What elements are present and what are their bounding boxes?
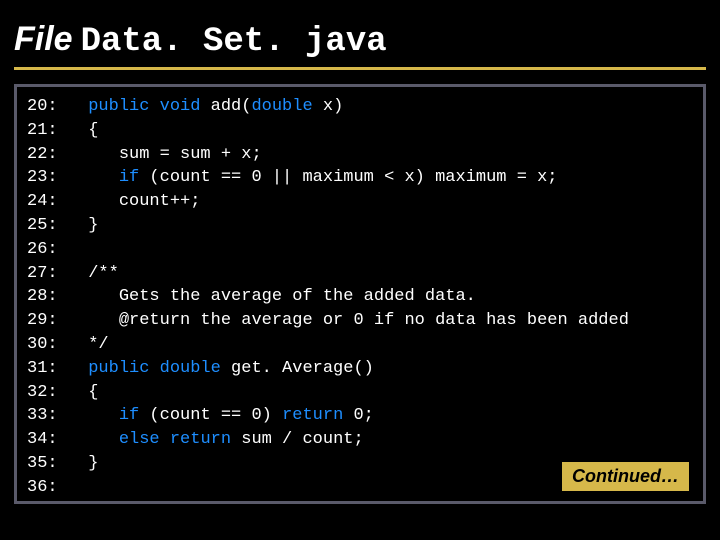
keyword-token: if [119, 406, 139, 425]
text-token: sum = sum + x; [58, 145, 262, 164]
text-token: @return the average or 0 if no data has … [58, 311, 629, 330]
text-token: 0; [343, 406, 374, 425]
line-number: 36: [27, 478, 58, 497]
code-line: 31: public double get. Average() [27, 357, 693, 381]
continued-badge: Continued… [562, 462, 689, 491]
line-number: 32: [27, 383, 58, 402]
line-number: 26: [27, 240, 58, 259]
code-line: 26: [27, 238, 693, 262]
line-number: 33: [27, 406, 58, 425]
slide-title: File Data. Set. java [14, 20, 706, 70]
code-line: 33: if (count == 0) return 0; [27, 404, 693, 428]
line-number: 29: [27, 311, 58, 330]
text-token: { [58, 383, 99, 402]
text-token: (count == 0) [139, 406, 282, 425]
slide: File Data. Set. java 20: public void add… [0, 0, 720, 540]
title-word: File [14, 20, 73, 59]
line-number: 25: [27, 216, 58, 235]
keyword-token: return [282, 406, 343, 425]
line-number: 23: [27, 168, 58, 187]
code-line: 23: if (count == 0 || maximum < x) maxim… [27, 166, 693, 190]
title-filename: Data. Set. java [81, 23, 387, 61]
text-token [58, 406, 119, 425]
code-box: 20: public void add(double x)21: {22: su… [14, 84, 706, 504]
text-token [58, 97, 89, 116]
line-number: 35: [27, 454, 58, 473]
code-line: 30: */ [27, 333, 693, 357]
text-token: x) [313, 97, 344, 116]
code-line: 20: public void add(double x) [27, 95, 693, 119]
keyword-token: public void [88, 97, 200, 116]
code-line: 28: Gets the average of the added data. [27, 285, 693, 309]
text-token: */ [58, 335, 109, 354]
line-number: 34: [27, 430, 58, 449]
line-number: 30: [27, 335, 58, 354]
text-token [58, 168, 119, 187]
keyword-token: if [119, 168, 139, 187]
keyword-token: public double [88, 359, 221, 378]
keyword-token: else return [119, 430, 231, 449]
line-number: 20: [27, 97, 58, 116]
code-line: 32: { [27, 381, 693, 405]
code-line: 27: /** [27, 262, 693, 286]
text-token [58, 430, 119, 449]
line-number: 27: [27, 264, 58, 283]
text-token: } [58, 216, 99, 235]
text-token: add( [200, 97, 251, 116]
code-line: 22: sum = sum + x; [27, 143, 693, 167]
text-token [58, 359, 89, 378]
text-token: /** [58, 264, 119, 283]
text-token: { [58, 121, 99, 140]
line-number: 31: [27, 359, 58, 378]
text-token: sum / count; [231, 430, 364, 449]
text-token: get. Average() [221, 359, 374, 378]
code-line: 34: else return sum / count; [27, 428, 693, 452]
code-listing: 20: public void add(double x)21: {22: su… [27, 95, 693, 500]
line-number: 24: [27, 192, 58, 211]
code-line: 24: count++; [27, 190, 693, 214]
keyword-token: double [251, 97, 312, 116]
text-token: } [58, 454, 99, 473]
line-number: 21: [27, 121, 58, 140]
code-line: 21: { [27, 119, 693, 143]
line-number: 28: [27, 287, 58, 306]
text-token: count++; [58, 192, 201, 211]
text-token: (count == 0 || maximum < x) maximum = x; [139, 168, 557, 187]
code-line: 29: @return the average or 0 if no data … [27, 309, 693, 333]
text-token: Gets the average of the added data. [58, 287, 476, 306]
line-number: 22: [27, 145, 58, 164]
code-line: 25: } [27, 214, 693, 238]
